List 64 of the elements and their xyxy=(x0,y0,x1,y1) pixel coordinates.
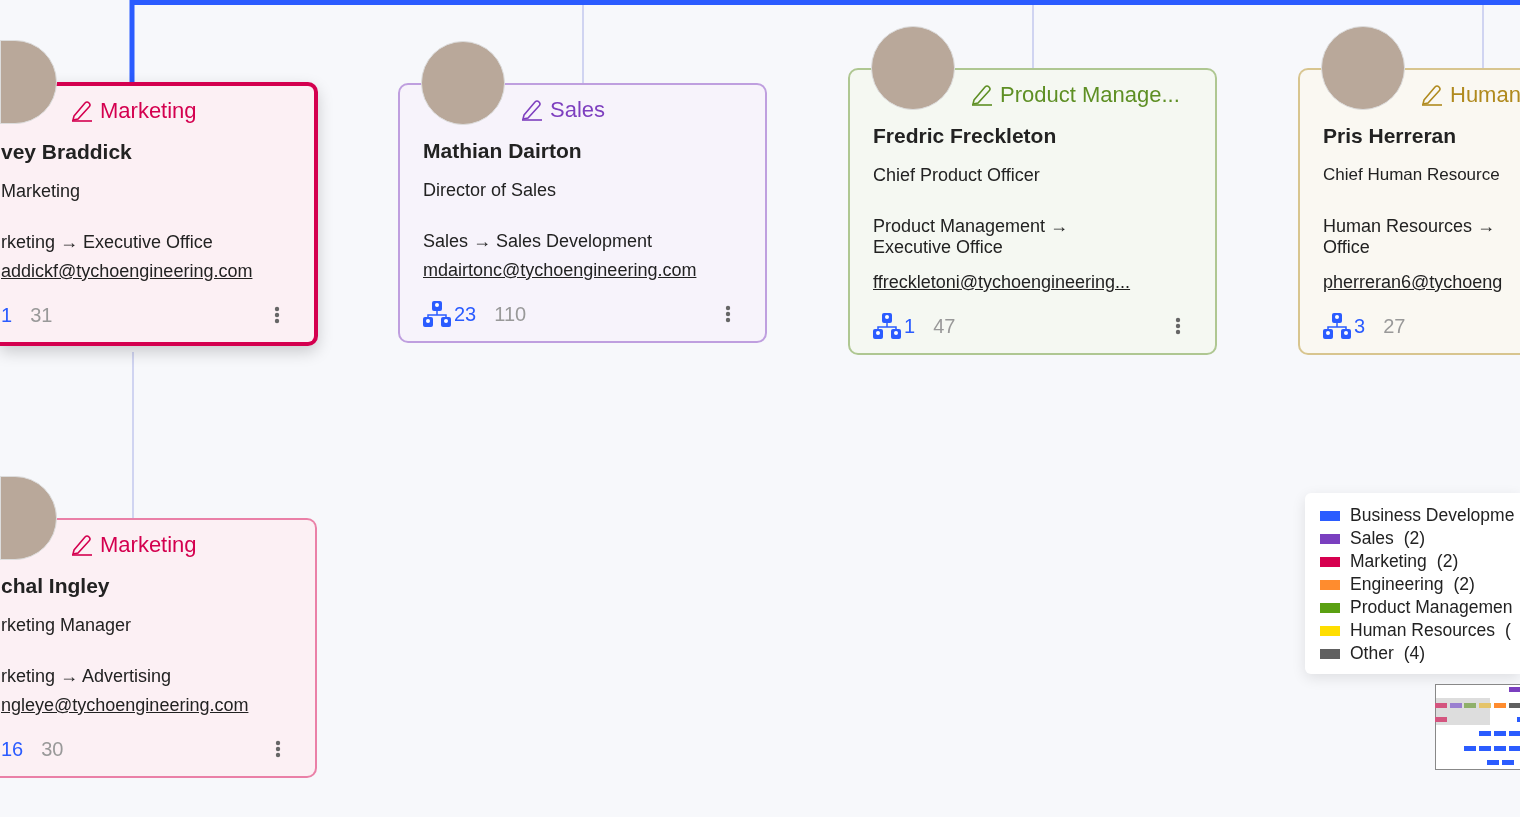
card-background[interactable]: Human Pris Herreran Chief Human Resource Human Resources → Office pherreran6@tychoeng 3 27 xyxy=(1298,68,1520,355)
reports-count: 1 xyxy=(904,314,916,338)
employee-name: Fredric Freckleton xyxy=(873,124,1058,148)
more-options-icon[interactable] xyxy=(274,306,280,324)
department-path: Office xyxy=(1323,237,1371,258)
job-title: Chief Human Resource xyxy=(1323,164,1501,186)
legend-label: Other xyxy=(1350,643,1394,664)
more-options-icon[interactable] xyxy=(1175,317,1181,335)
department-path: Product Management → xyxy=(873,216,1070,237)
department-label: Marketing xyxy=(100,98,197,124)
job-title: Chief Product Officer xyxy=(873,164,1041,186)
card-background[interactable]: Marketing vey Braddick Marketing rketing → Executive Office addickf@tychoengineering.com 1 31 xyxy=(0,82,318,346)
legend-label: Product Managemen xyxy=(1350,597,1513,618)
department-path: Executive Office xyxy=(873,237,1004,258)
card-background[interactable]: Marketing chal Ingley rketing Manager rketing → Advertising ngleye@tychoengineering.com 16 30 xyxy=(0,518,317,778)
department-path: rketing → Advertising xyxy=(1,666,173,687)
employee-name: Mathian Dairton xyxy=(423,139,583,163)
team-count: 110 xyxy=(494,302,527,326)
department-label: Human xyxy=(1450,82,1520,108)
legend-count: (2) xyxy=(1453,574,1475,595)
card-background[interactable]: Product Manage... Fredric Freckleton Chief Product Officer Product Management → Executive Office ffreckletoni@tychoengineering... 1 47 xyxy=(848,68,1217,355)
pencil-icon xyxy=(70,100,94,122)
more-options-icon[interactable] xyxy=(275,740,281,758)
legend-label: Business Developme xyxy=(1350,505,1515,526)
team-count: 47 xyxy=(933,314,956,338)
employee-name: vey Braddick xyxy=(1,140,133,164)
department-path: rketing → Executive Office xyxy=(1,232,214,253)
legend-count: (2) xyxy=(1436,551,1459,572)
card-background[interactable]: Sales Mathian Dairton Director of Sales Sales → Sales Development mdairtonc@tychoengineering.com 23 110 xyxy=(398,83,767,343)
team-count: 31 xyxy=(30,303,53,327)
employee-name: chal Ingley xyxy=(1,574,111,598)
pencil-icon xyxy=(520,99,544,121)
email-link[interactable]: addickf@tychoengineering.com xyxy=(1,261,253,282)
department-path: Human Resources → xyxy=(1323,216,1497,237)
job-title: Marketing xyxy=(1,180,82,202)
email-link[interactable]: mdairtonc@tychoengineering.com xyxy=(423,260,697,281)
legend-label: Human Resources xyxy=(1350,620,1495,641)
legend-label: Sales xyxy=(1350,528,1394,549)
team-count: 30 xyxy=(41,737,64,761)
employee-name: Pris Herreran xyxy=(1323,124,1458,148)
reports-count: 1 xyxy=(1,303,13,327)
reports-count: 16 xyxy=(1,737,24,761)
legend-count: (4) xyxy=(1403,643,1426,664)
minimap-drawing[interactable] xyxy=(1435,684,1520,770)
email-link[interactable]: ffreckletoni@tychoengineering... xyxy=(873,272,1131,293)
legend-label: Engineering xyxy=(1350,574,1444,595)
pencil-icon xyxy=(970,84,994,106)
email-link[interactable]: ngleye@tychoengineering.com xyxy=(1,695,249,716)
team-count: 27 xyxy=(1383,314,1406,338)
job-title: rketing Manager xyxy=(1,614,133,636)
department-label: Product Manage... xyxy=(1000,82,1180,108)
department-label: Sales xyxy=(550,97,606,123)
reports-count: 3 xyxy=(1354,314,1366,338)
pencil-icon xyxy=(1420,84,1444,106)
reports-count: 23 xyxy=(454,302,477,326)
job-title: Director of Sales xyxy=(423,179,558,201)
department-path: Sales → Sales Development xyxy=(423,231,654,252)
pencil-icon xyxy=(70,534,94,556)
more-options-icon[interactable] xyxy=(725,305,731,323)
legend-count: (2) xyxy=(1403,528,1426,549)
email-link[interactable]: pherreran6@tychoeng xyxy=(1323,272,1503,293)
department-label: Marketing xyxy=(100,532,197,558)
legend-label: Marketing xyxy=(1350,551,1427,572)
legend-count: ( xyxy=(1504,620,1511,641)
